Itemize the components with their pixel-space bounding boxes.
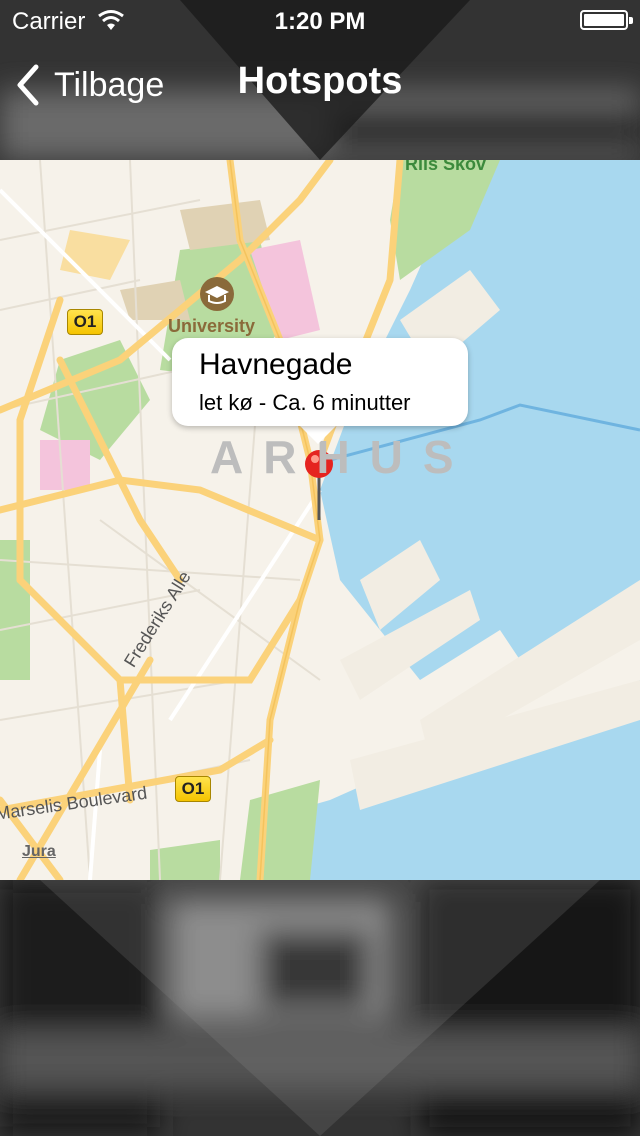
clock: 1:20 PM bbox=[274, 8, 366, 35]
battery-icon bbox=[580, 10, 633, 30]
callout-subtitle: let kø - Ca. 6 minutter bbox=[199, 390, 411, 415]
route-badge: O1 bbox=[175, 776, 211, 802]
status-bar: Carrier 1:20 PM bbox=[0, 0, 640, 40]
map-label-university: University bbox=[168, 316, 256, 336]
map-callout[interactable]: Havnegade let kø - Ca. 6 minutter bbox=[172, 338, 468, 426]
callout-title: Havnegade bbox=[199, 348, 353, 381]
map-label-riis-skov: Riis Skov bbox=[405, 160, 487, 174]
navigation-bar: Tilbage Hotspots bbox=[0, 40, 640, 160]
graduation-cap-icon bbox=[200, 277, 234, 311]
route-badge: O1 bbox=[67, 309, 103, 335]
legal-link[interactable]: Jura bbox=[22, 843, 56, 861]
map-tiles bbox=[0, 160, 640, 880]
map-label-city: ARHUS bbox=[210, 431, 474, 483]
map-view[interactable]: Riis Skov University ARHUS Frederiks All… bbox=[0, 160, 640, 880]
page-title: Hotspots bbox=[237, 60, 403, 102]
